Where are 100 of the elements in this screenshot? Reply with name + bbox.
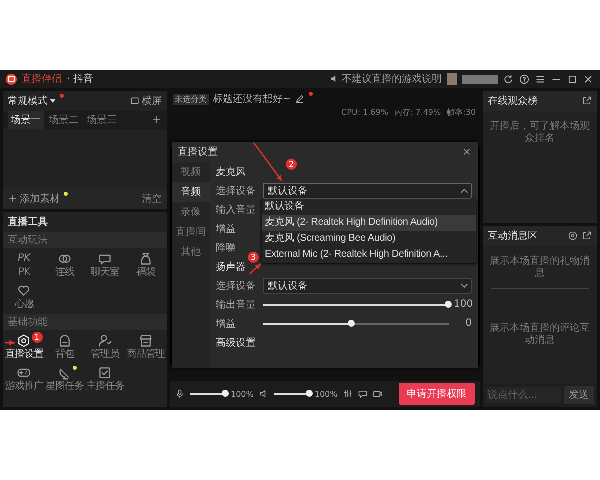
screen-icon (130, 96, 140, 106)
tool-button[interactable]: 背包 (44, 332, 85, 362)
backpack-icon (58, 334, 72, 348)
add-material-button[interactable]: 添加素材 (8, 192, 60, 206)
volume-value: 100% (314, 390, 338, 398)
nav-item[interactable]: 录像 (172, 202, 210, 222)
tool-label: 主播任务 (86, 381, 124, 392)
scene-tab[interactable]: 场景二 (46, 111, 82, 129)
section-heading: 高级设置 (216, 336, 256, 350)
camera-icon[interactable] (372, 389, 383, 399)
close-icon[interactable] (462, 147, 472, 157)
tool-button[interactable]: 主播任务 (85, 364, 126, 394)
dropdown-option[interactable]: External Mic (2- Realtek High Definition A... (262, 247, 476, 263)
dropdown-option[interactable]: 麦克风 (2- Realtek High Definition Audio) (262, 215, 476, 231)
chat-bubble-icon[interactable] (358, 389, 368, 399)
help-icon[interactable] (519, 74, 530, 84)
stat-text: 帧率:30 (447, 107, 476, 118)
field-label: 降噪 (216, 242, 237, 254)
send-button[interactable]: 发送 (564, 386, 594, 404)
start-live-button[interactable]: 申请开播权限 (399, 383, 475, 405)
gift-bag-icon (138, 252, 153, 266)
popout-icon[interactable] (582, 231, 592, 241)
field-label: 输出音量 (216, 298, 257, 312)
tool-button[interactable]: 连线 (44, 250, 85, 280)
maximize-icon[interactable] (567, 74, 578, 84)
tool-button[interactable]: 商品管理 (126, 332, 166, 362)
nav-item[interactable]: 直播间 (172, 222, 210, 242)
dropdown-option[interactable]: 麦克风 (Screaming Bee Audio) (262, 231, 476, 247)
section-heading: 扬声器 (216, 260, 246, 274)
scene-tab[interactable]: 场景一 (8, 111, 44, 129)
scene-tab[interactable]: 场景三 (84, 111, 120, 129)
annotation-badge: 2 (286, 159, 297, 170)
gamepad-icon (17, 366, 32, 380)
orientation-button[interactable]: 横屏 (130, 94, 162, 108)
settings-icon (17, 334, 32, 348)
panel-title: 在线观众榜 (488, 94, 538, 108)
volume-value: 100% (231, 390, 254, 398)
menu-icon[interactable] (535, 74, 546, 84)
group-header: 互动玩法 (3, 232, 167, 248)
category-tag[interactable]: 未选分类 (173, 94, 209, 104)
slider-thumb[interactable] (222, 390, 229, 397)
slider[interactable] (263, 320, 449, 328)
settings-icon[interactable] (568, 231, 578, 241)
field-label: 增益 (216, 222, 237, 236)
popout-icon[interactable] (582, 96, 592, 106)
linked-rings-icon (58, 252, 72, 266)
tool-button[interactable]: 福袋 (126, 250, 166, 280)
slider-thumb[interactable] (306, 390, 313, 397)
tool-button[interactable]: 聊天室 (85, 250, 126, 280)
stat-text: CPU: 1.69% (342, 108, 388, 117)
add-icon[interactable] (152, 115, 162, 125)
app-name: 直播伴侣 (22, 72, 62, 86)
tool-label: 心愿 (14, 299, 34, 310)
tool-button[interactable]: 直播设置 1 (4, 332, 44, 362)
tool-button[interactable]: 心愿 (4, 282, 44, 312)
select-field[interactable]: 默认设备 (263, 182, 472, 198)
section-title: 直播工具 (7, 216, 49, 230)
stream-title[interactable]: 标题还没有想好~ (213, 92, 292, 106)
blurred-name-block (462, 74, 498, 84)
slider-thumb[interactable] (445, 300, 452, 308)
empty-message: 开播后，可了解本场观众排名 (489, 120, 591, 146)
slider[interactable] (274, 390, 310, 398)
group-header: 基础功能 (3, 314, 167, 330)
slider[interactable] (263, 300, 449, 308)
add-icon (8, 194, 18, 204)
clear-button[interactable]: 清空 (142, 192, 162, 206)
section-heading: 麦克风 (216, 166, 246, 178)
refresh-icon[interactable] (503, 74, 514, 84)
annotation-badge: 3 (248, 252, 259, 263)
slider[interactable] (190, 390, 226, 398)
tool-label: 连线 (55, 267, 74, 278)
dialog-title: 直播设置 (178, 146, 218, 159)
close-icon[interactable] (583, 74, 594, 84)
nav-item[interactable]: 音频 (172, 182, 210, 202)
nav-item[interactable]: 其他 (172, 242, 210, 262)
nav-item[interactable]: 视频 (172, 162, 210, 182)
tool-label: 商品管理 (126, 349, 165, 360)
mixer-icon[interactable] (342, 389, 353, 399)
field-label: 增益 (216, 318, 237, 330)
avatar-placeholder (447, 73, 457, 85)
stat-text: 内存: 7.49% (394, 107, 442, 118)
tool-button[interactable]: 游戏推广 (4, 364, 44, 394)
tool-label: 背包 (55, 349, 74, 360)
dropdown-option[interactable]: 默认设备 (262, 199, 476, 215)
tool-button[interactable]: PK PK (4, 250, 44, 280)
select-field[interactable]: 默认设备 (263, 278, 472, 294)
tool-button[interactable]: 星图任务 (44, 364, 85, 394)
panel-title: 互动消息区 (488, 230, 538, 243)
chat-bubble-icon (98, 252, 112, 266)
edit-icon[interactable] (295, 94, 306, 104)
slider-thumb[interactable] (348, 320, 356, 326)
comment-message-hint: 展示本场直播的评论互动消息 (489, 322, 591, 348)
mode-dropdown[interactable]: 常规模式 (8, 94, 56, 108)
tool-label: 游戏推广 (5, 381, 44, 392)
app-logo-icon (6, 74, 17, 84)
message-input[interactable]: 说点什么... (486, 387, 561, 403)
slider-value: 0 (464, 318, 472, 329)
caret-icon (50, 99, 56, 103)
tool-button[interactable]: 管理员 (85, 332, 126, 362)
annotation-arrow (249, 263, 262, 275)
